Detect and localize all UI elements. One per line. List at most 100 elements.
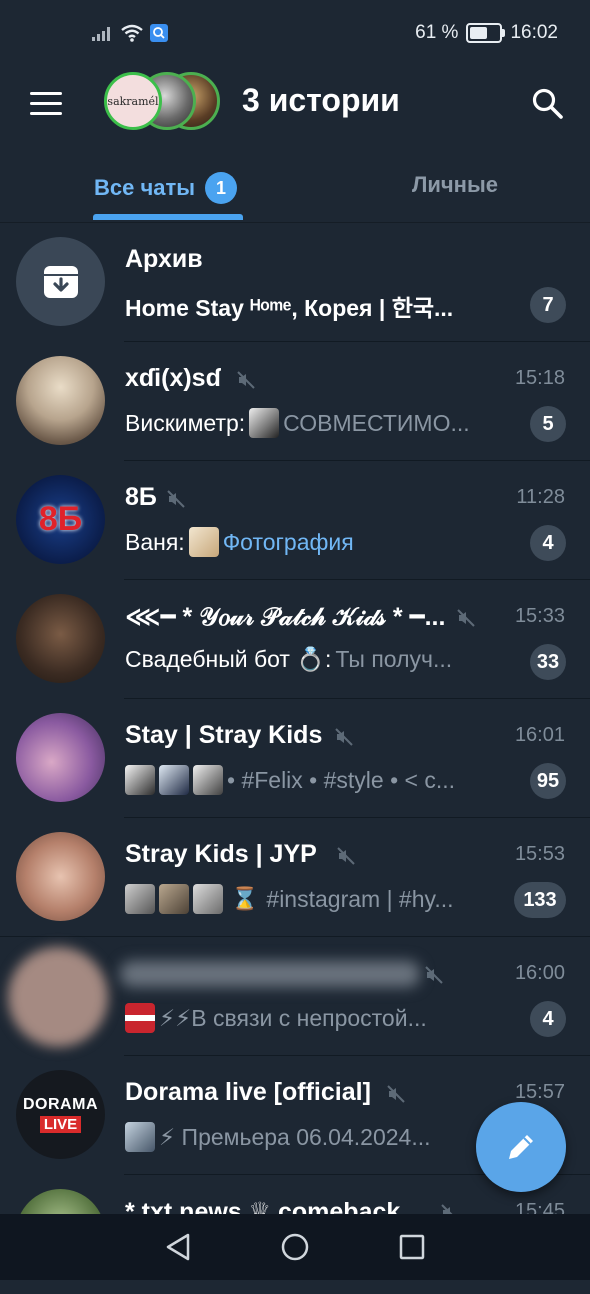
system-nav-bar [0, 1214, 590, 1280]
muted-speaker-icon [237, 371, 255, 389]
chat-time: 16:01 [514, 724, 565, 746]
wifi-icon [121, 24, 143, 42]
chat-row[interactable]: Stray Kids | JYP 15:53 ⌛ #instagram | #h… [0, 818, 590, 937]
chat-time: 15:57 [514, 1081, 565, 1103]
chat-avatar: 8Б [16, 475, 105, 564]
chat-avatar [16, 594, 105, 683]
media-thumbnail [125, 1122, 155, 1152]
chat-name: Stray Kids | JYP [125, 840, 317, 868]
chat-name: Stay | Stray Kids [125, 721, 323, 749]
avatar-text: 8Б [38, 500, 83, 538]
pencil-icon [509, 1135, 533, 1159]
unread-count-badge: 7 [530, 287, 566, 323]
hourglass-icon: ⌛ [231, 886, 259, 911]
muted-speaker-icon [337, 847, 355, 865]
chat-avatar [16, 356, 105, 445]
home-icon[interactable] [280, 1232, 310, 1262]
status-icons-left [92, 24, 168, 42]
chat-preview-text: ⚡⚡В связи с непростой... [159, 1004, 427, 1031]
tab-personal-label: Личные [411, 172, 498, 197]
back-icon[interactable] [164, 1232, 192, 1262]
muted-speaker-icon [335, 728, 353, 746]
unread-count-badge: 33 [530, 644, 566, 680]
chat-time: 16:00 [514, 962, 565, 984]
unread-count-badge: 4 [530, 525, 566, 561]
media-thumbnail [193, 765, 223, 795]
status-icons-right: 61 % 16:02 [415, 22, 558, 44]
status-time: 16:02 [510, 22, 558, 43]
page-title[interactable]: 3 истории [242, 82, 400, 119]
archive-icon [43, 265, 78, 298]
unread-count-badge: 5 [530, 406, 566, 442]
chat-preview: ⚡⚡В связи с непростой... [125, 1003, 495, 1033]
chat-row[interactable]: 8Б 8Б 11:28 Ваня: Фотография 4 [0, 461, 590, 580]
chat-preview: Свадебный бот 💍: Ты получ... [125, 646, 495, 673]
avatar-text: LIVE [39, 1116, 82, 1133]
active-tab-indicator [93, 214, 243, 220]
media-thumbnail [159, 765, 189, 795]
chat-preview: ⌛ #instagram | #hy... [125, 884, 495, 914]
chat-preview-text: ⚡ Премьера 06.04.2024... [159, 1123, 431, 1150]
chat-row[interactable]: Stay | Stray Kids 16:01 • #Felix • #styl… [0, 699, 590, 818]
chat-name: xɗi(x)sɗ [125, 364, 221, 392]
chat-row[interactable]: ⋘━ * 𝒴𝑜𝓊𝓇 𝒫𝒶𝓉𝒸𝒽 𝒦𝒾𝒹𝓈 * ━... 15:33 Свадеб… [0, 580, 590, 699]
chat-preview-text: • #Felix • #style • < c... [227, 766, 456, 793]
tab-personal[interactable]: Личные [412, 172, 498, 198]
unread-count-badge: 133 [514, 882, 566, 918]
search-icon[interactable] [530, 86, 566, 122]
media-thumbnail [159, 884, 189, 914]
chat-time: 15:33 [514, 605, 565, 627]
hamburger-icon[interactable] [30, 92, 62, 116]
chat-sender: Ваня: [125, 528, 185, 555]
search-app-icon [150, 24, 168, 42]
story-avatar-1[interactable]: sakramél [104, 72, 162, 130]
chat-name: ⋘━ * 𝒴𝑜𝓊𝓇 𝒫𝒶𝓉𝒸𝒽 𝒦𝒾𝒹𝓈 * ━... [125, 603, 446, 631]
chat-name: 8Б [125, 483, 157, 511]
media-thumbnail [125, 765, 155, 795]
muted-speaker-icon [457, 609, 475, 627]
unread-count-badge: 4 [530, 1001, 566, 1037]
chat-preview-text: #instagram | #hy... [266, 885, 454, 912]
tab-unread-badge: 1 [205, 172, 238, 204]
stories-avatars[interactable]: sakramél [104, 72, 224, 134]
media-thumbnail [249, 408, 280, 438]
archive-avatar [16, 237, 105, 326]
chat-preview-text: Фотография [222, 528, 354, 555]
chat-name: Архив [125, 245, 203, 273]
tab-all-chats-label: Все чаты [94, 175, 196, 200]
media-thumbnail [125, 1003, 155, 1033]
chat-preview: Home Stay ᴴᵒᵐᵉ, Корея | 한국... [125, 289, 495, 323]
chat-row[interactable]: xɗi(x)sɗ 15:18 Вискиметр: СОВМЕСТИМО... … [0, 342, 590, 461]
media-thumbnail [125, 884, 155, 914]
muted-speaker-icon [425, 966, 443, 984]
chat-preview: ⚡ Премьера 06.04.2024... [125, 1122, 495, 1152]
chat-avatar [16, 713, 105, 802]
media-thumbnail [193, 884, 223, 914]
chat-preview: • #Felix • #style • < c... [125, 765, 495, 795]
folder-tabs: Все чаты 1 Личные [0, 150, 590, 223]
chat-name: Dorama live [official] [125, 1078, 371, 1106]
chat-preview: Ваня: Фотография [125, 527, 495, 557]
chat-avatar [16, 832, 105, 921]
muted-speaker-icon [167, 490, 185, 508]
chat-avatar: DORAMA LIVE [16, 1070, 105, 1159]
app-header: sakramél 3 истории [0, 70, 590, 150]
battery-icon [466, 23, 506, 43]
story-avatar-text: sakramél [107, 94, 159, 108]
signal-icon [92, 27, 110, 41]
chat-time: 15:53 [514, 843, 565, 865]
unread-count-badge: 95 [530, 763, 566, 799]
chat-preview: Вискиметр: СОВМЕСТИМО... [125, 408, 495, 438]
chat-preview-text: Ты получ... [335, 646, 453, 672]
chat-row[interactable]: 16:00 ⚡⚡В связи с непростой... 4 [0, 937, 590, 1056]
chat-time: 11:28 [516, 486, 565, 508]
status-bar: 61 % 16:02 [0, 0, 590, 70]
chat-row-archive[interactable]: Архив Home Stay ᴴᵒᵐᵉ, Корея | 한국... 7 [0, 223, 590, 342]
compose-button[interactable] [476, 1102, 566, 1192]
blurred-chat-name [120, 961, 420, 987]
tab-all-chats[interactable]: Все чаты 1 [94, 172, 238, 204]
muted-speaker-icon [387, 1085, 405, 1103]
recents-icon[interactable] [398, 1233, 426, 1261]
chat-time: 15:18 [514, 367, 565, 389]
chat-preview-text: Home Stay ᴴᵒᵐᵉ, Корея | 한국... [125, 295, 454, 321]
